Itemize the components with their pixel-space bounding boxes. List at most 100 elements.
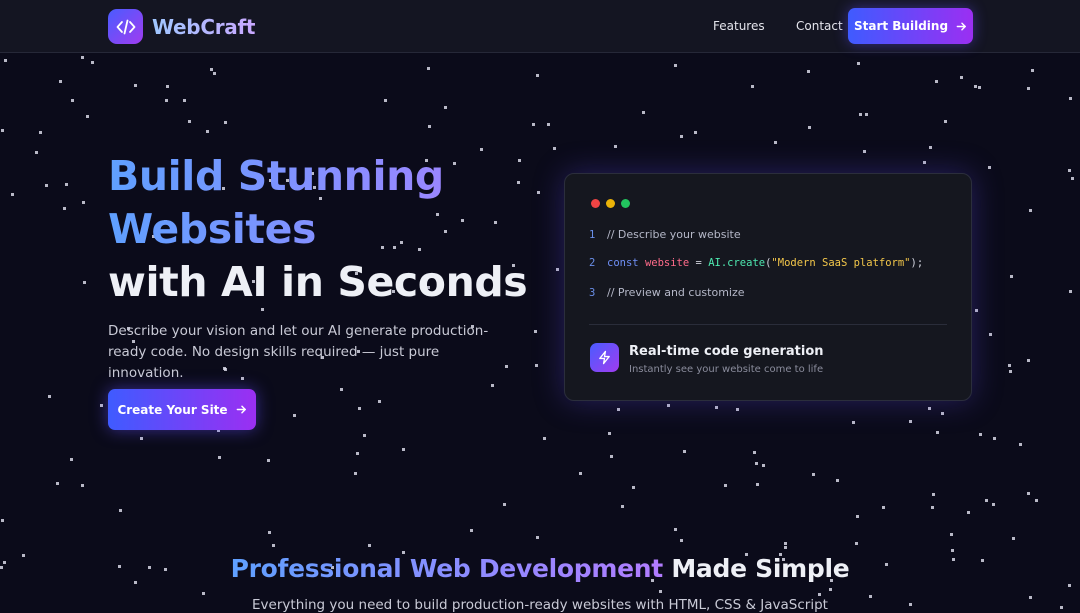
star-dot: [532, 123, 535, 126]
star-dot: [534, 330, 537, 333]
star-dot: [83, 281, 86, 284]
code-comment: // Preview and customize: [607, 286, 745, 299]
star-dot: [1068, 584, 1071, 587]
section-title-gradient: Professional Web Development: [230, 554, 664, 583]
star-dot: [617, 408, 620, 411]
star-dot: [536, 536, 539, 539]
code-line-1: 1 // Describe your website: [589, 228, 741, 241]
star-dot: [48, 395, 51, 398]
star-dot: [856, 515, 859, 518]
star-dot: [808, 126, 811, 129]
star-dot: [356, 452, 359, 455]
star-dot: [1029, 209, 1032, 212]
star-dot: [784, 542, 787, 545]
star-dot: [1071, 177, 1074, 180]
star-dot: [989, 333, 992, 336]
star-dot: [503, 503, 506, 506]
window-dot-yellow: [606, 199, 615, 208]
star-dot: [536, 74, 539, 77]
star-dot: [975, 309, 978, 312]
star-dot: [444, 106, 447, 109]
star-dot: [1068, 169, 1071, 172]
arrow-right-icon: [956, 22, 966, 30]
code-comment: // Describe your website: [607, 228, 741, 241]
section-subtitle: Everything you need to build production-…: [252, 597, 828, 613]
star-dot: [1069, 290, 1072, 293]
star-dot: [608, 432, 611, 435]
star-dot: [829, 588, 832, 591]
star-dot: [753, 451, 756, 454]
star-dot: [865, 113, 868, 116]
star-dot: [936, 431, 939, 434]
star-dot: [86, 115, 89, 118]
window-dot-green: [621, 199, 630, 208]
star-dot: [1, 519, 4, 522]
code-paren-close: );: [910, 257, 924, 269]
line-number: 1: [589, 229, 596, 241]
star-dot: [63, 207, 66, 210]
start-building-button[interactable]: Start Building: [848, 8, 973, 44]
create-your-site-label: Create Your Site: [117, 402, 228, 417]
star-dot: [71, 99, 74, 102]
star-dot: [756, 483, 759, 486]
star-dot: [855, 542, 858, 545]
line-number: 2: [589, 257, 596, 269]
start-building-label: Start Building: [853, 19, 949, 33]
star-dot: [1027, 492, 1030, 495]
brand-name: WebCraft: [152, 14, 256, 39]
line-number: 3: [589, 287, 596, 299]
star-dot: [35, 151, 38, 154]
star-dot: [543, 437, 546, 440]
card-divider: [589, 324, 947, 325]
star-dot: [967, 511, 970, 514]
star-dot: [218, 456, 221, 459]
star-dot: [188, 120, 191, 123]
star-dot: [1019, 443, 1022, 446]
star-dot: [807, 70, 810, 73]
code-operator: =: [695, 257, 702, 269]
star-dot: [683, 450, 686, 453]
star-dot: [979, 433, 982, 436]
nav-link-features[interactable]: Features: [713, 19, 765, 33]
code-variable: website: [644, 257, 690, 269]
star-dot: [402, 448, 405, 451]
star-dot: [694, 131, 697, 134]
hero-title: Build Stunning Websites with AI in Secon…: [108, 150, 578, 309]
star-dot: [818, 593, 821, 596]
star-dot: [65, 183, 68, 186]
star-dot: [1012, 537, 1015, 540]
star-dot: [929, 146, 932, 149]
star-dot: [427, 67, 430, 70]
star-dot: [1035, 499, 1038, 502]
nav-link-contact[interactable]: Contact: [796, 19, 843, 33]
window-controls: [591, 199, 630, 208]
feature-subtitle: Instantly see your website come to life: [629, 364, 824, 375]
star-dot: [992, 503, 995, 506]
create-your-site-button[interactable]: Create Your Site: [108, 389, 256, 430]
star-dot: [762, 464, 765, 467]
star-dot: [674, 64, 677, 67]
arrow-right-icon: [236, 405, 246, 414]
star-dot: [755, 462, 758, 465]
star-dot: [166, 85, 169, 88]
star-dot: [140, 437, 143, 440]
star-dot: [206, 130, 209, 133]
brand-logo[interactable]: WebCraft: [108, 9, 255, 44]
code-string: "Modern SaaS platform": [771, 257, 911, 269]
star-dot: [272, 544, 275, 547]
star-dot: [183, 99, 186, 102]
star-dot: [119, 509, 122, 512]
hero-title-line-2: Websites: [108, 203, 578, 256]
star-dot: [1027, 87, 1030, 90]
star-dot: [680, 539, 683, 542]
star-dot: [882, 506, 885, 509]
star-dot: [985, 499, 988, 502]
star-dot: [960, 76, 963, 79]
star-dot: [993, 437, 996, 440]
star-dot: [378, 400, 381, 403]
top-navbar: WebCraft Features Contact Start Building: [0, 0, 1080, 53]
star-dot: [859, 113, 862, 116]
star-dot: [70, 458, 73, 461]
star-dot: [642, 111, 645, 114]
code-preview-card: 1 // Describe your website 2 const website…: [564, 173, 972, 401]
